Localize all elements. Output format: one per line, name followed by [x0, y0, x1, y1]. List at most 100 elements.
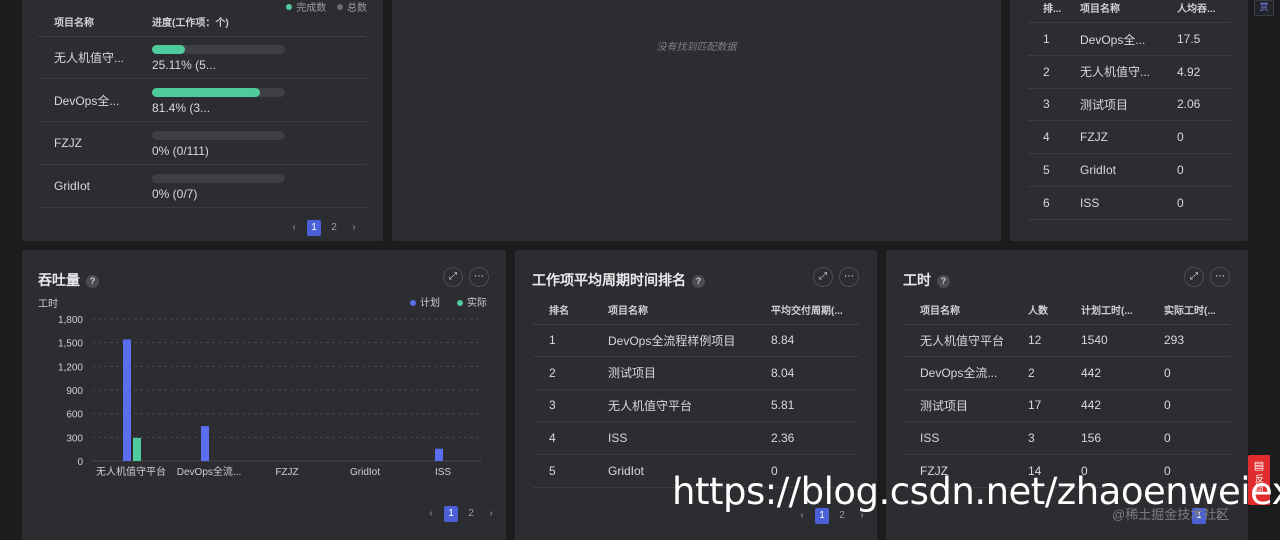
col-progress-header: 进度(工作项：个) — [152, 17, 229, 29]
pager-page-1[interactable]: 1 — [307, 220, 321, 236]
more-icon[interactable]: ⋯ — [469, 267, 489, 287]
help-icon[interactable]: ? — [86, 275, 99, 288]
value-cell: 2.06 — [1177, 97, 1201, 112]
progress-bar-fill — [152, 88, 261, 97]
project-name: 无人机值守... — [1080, 65, 1151, 80]
table-row[interactable]: 4 FZJZ 0 — [1028, 121, 1230, 155]
value-cell: 4.92 — [1177, 64, 1201, 79]
project-name: 无人机值守平台 — [608, 398, 693, 413]
col-actual-header: 实际工时(... — [1164, 305, 1216, 317]
project-name: GridIot — [608, 463, 645, 478]
throughput-panel: 吞吐量? ⤢ ⋯ 工时 计划 实际 0 300 600 900 1,200 1,500 1,800… — [22, 250, 506, 540]
value-cell: 17.5 — [1177, 32, 1201, 46]
table-row[interactable]: 2 测试项目 8.04 — [533, 357, 859, 390]
table-row[interactable]: 无人机值守平台 12 1540 293 — [904, 324, 1230, 357]
pager-prev[interactable]: ‹ — [424, 506, 438, 522]
progress-table-header: 项目名称 进度(工作项：个) — [38, 6, 366, 37]
value-cell: 0 — [1177, 162, 1184, 177]
table-row[interactable]: 1 DevOps全流程样例项目 8.84 — [533, 324, 859, 357]
rank-cell: 6 — [1043, 195, 1050, 210]
throughput-rank-panel: 排... 项目名称 人均吞... 1 DevOps全... 17.5 2 无人机值守..… — [1010, 0, 1248, 241]
plan-hours-cell: 442 — [1081, 365, 1102, 380]
progress-bar — [152, 131, 285, 140]
rank-table-header: 排... 项目名称 人均吞... — [1028, 0, 1230, 23]
y-tick-label: 0 — [77, 457, 83, 468]
project-name: DevOps全... — [54, 93, 120, 108]
x-tick-label: 无人机值守平台 — [96, 465, 166, 478]
side-tab-label: 赏 — [1259, 2, 1269, 12]
actual-hours-cell: 0 — [1164, 431, 1171, 446]
col-name-header: 项目名称 — [54, 17, 94, 29]
pager-page-2[interactable]: 2 — [327, 220, 341, 236]
table-row[interactable]: DevOps全流... 2 442 0 — [904, 357, 1230, 390]
bar[interactable] — [133, 437, 141, 461]
legend-label[interactable]: 实际 — [467, 296, 487, 309]
progress-bar-fill — [152, 45, 186, 54]
col-name-header: 项目名称 — [1080, 3, 1120, 15]
table-row[interactable]: 3 无人机值守平台 5.81 — [533, 389, 859, 423]
progress-pager: ‹ 1 2 › — [287, 220, 361, 236]
watermark-credit: @稀土掘金技术社区 — [1112, 507, 1230, 522]
x-tick-label: FZJZ — [275, 467, 298, 478]
more-icon[interactable]: ⋯ — [1210, 267, 1230, 287]
pager-next[interactable]: › — [347, 220, 361, 236]
y-tick-label: 300 — [66, 433, 83, 444]
help-icon[interactable]: ? — [937, 275, 950, 288]
throughput-chart: 工时 计划 实际 0 300 600 900 1,200 1,500 1,800 无人机值守平台 De… — [38, 296, 487, 478]
panel-title: 工作项平均周期时间排名? — [532, 270, 705, 290]
rank-cell: 4 — [549, 431, 556, 446]
pager-page-1[interactable]: 1 — [444, 506, 458, 522]
x-tick-label: ISS — [435, 467, 451, 478]
rank-cell: 2 — [549, 365, 556, 380]
project-name: FZJZ — [1080, 130, 1108, 145]
pager-next[interactable]: › — [484, 506, 498, 522]
table-row[interactable]: ISS 3 156 0 — [904, 422, 1230, 456]
legend-label[interactable]: 计划 — [420, 296, 440, 309]
progress-row[interactable]: FZJZ 0% (0/111) — [38, 122, 366, 165]
rank-cell: 4 — [1043, 130, 1050, 145]
project-name: DevOps全... — [1080, 32, 1146, 47]
expand-icon[interactable]: ⤢ — [1184, 267, 1204, 287]
people-cell: 2 — [1028, 365, 1035, 380]
table-row[interactable]: 测试项目 17 442 0 — [904, 389, 1230, 423]
table-row[interactable]: 5 GridIot 0 — [1028, 154, 1230, 187]
table-row[interactable]: 3 测试项目 2.06 — [1028, 88, 1230, 122]
cycle-table-header: 排名 项目名称 平均交付周期(... — [533, 294, 859, 325]
panel-title: 工时? — [903, 270, 950, 290]
progress-row[interactable]: 无人机值守... 25.11% (5... — [38, 36, 366, 79]
col-plan-header: 计划工时(... — [1081, 305, 1133, 317]
pager-prev[interactable]: ‹ — [287, 220, 301, 236]
y-tick-label: 600 — [66, 410, 83, 421]
table-row[interactable]: 4 ISS 2.36 — [533, 422, 859, 456]
x-tick-label: DevOps全流... — [177, 465, 241, 478]
bar[interactable] — [435, 448, 443, 461]
chart-pager: ‹ 1 2 › — [424, 506, 498, 522]
bar[interactable] — [123, 339, 131, 461]
pager-page-2[interactable]: 2 — [464, 506, 478, 522]
progress-row[interactable]: DevOps全... 81.4% (3... — [38, 79, 366, 122]
side-tab[interactable]: 赏 — [1254, 0, 1274, 16]
progress-text: 0% (0/7) — [152, 187, 198, 201]
project-name: 测试项目 — [920, 398, 969, 413]
more-icon[interactable]: ⋯ — [839, 267, 859, 287]
progress-row[interactable]: GridIot 0% (0/7) — [38, 165, 366, 208]
expand-icon[interactable]: ⤢ — [813, 267, 833, 287]
table-row[interactable]: 6 ISS 0 — [1028, 187, 1230, 220]
table-row[interactable]: 2 无人机值守... 4.92 — [1028, 56, 1230, 89]
rank-cell: 3 — [549, 398, 556, 413]
bar[interactable] — [201, 426, 209, 461]
project-name: 测试项目 — [1080, 97, 1129, 112]
empty-message: 没有找到匹配数据 — [656, 42, 737, 53]
project-name: ISS — [920, 431, 940, 446]
progress-bar — [152, 45, 285, 54]
value-cell: 0 — [1177, 130, 1184, 145]
help-icon[interactable]: ? — [692, 275, 705, 288]
table-row[interactable]: 1 DevOps全... 17.5 — [1028, 23, 1230, 56]
y-axis-label: 工时 — [38, 298, 58, 310]
project-name: DevOps全流程样例项目 — [608, 333, 736, 348]
col-name-header: 项目名称 — [920, 305, 960, 317]
progress-bar — [152, 88, 285, 97]
expand-icon[interactable]: ⤢ — [443, 267, 463, 287]
col-people-header: 人数 — [1028, 305, 1048, 317]
y-tick-label: 1,500 — [58, 339, 83, 350]
